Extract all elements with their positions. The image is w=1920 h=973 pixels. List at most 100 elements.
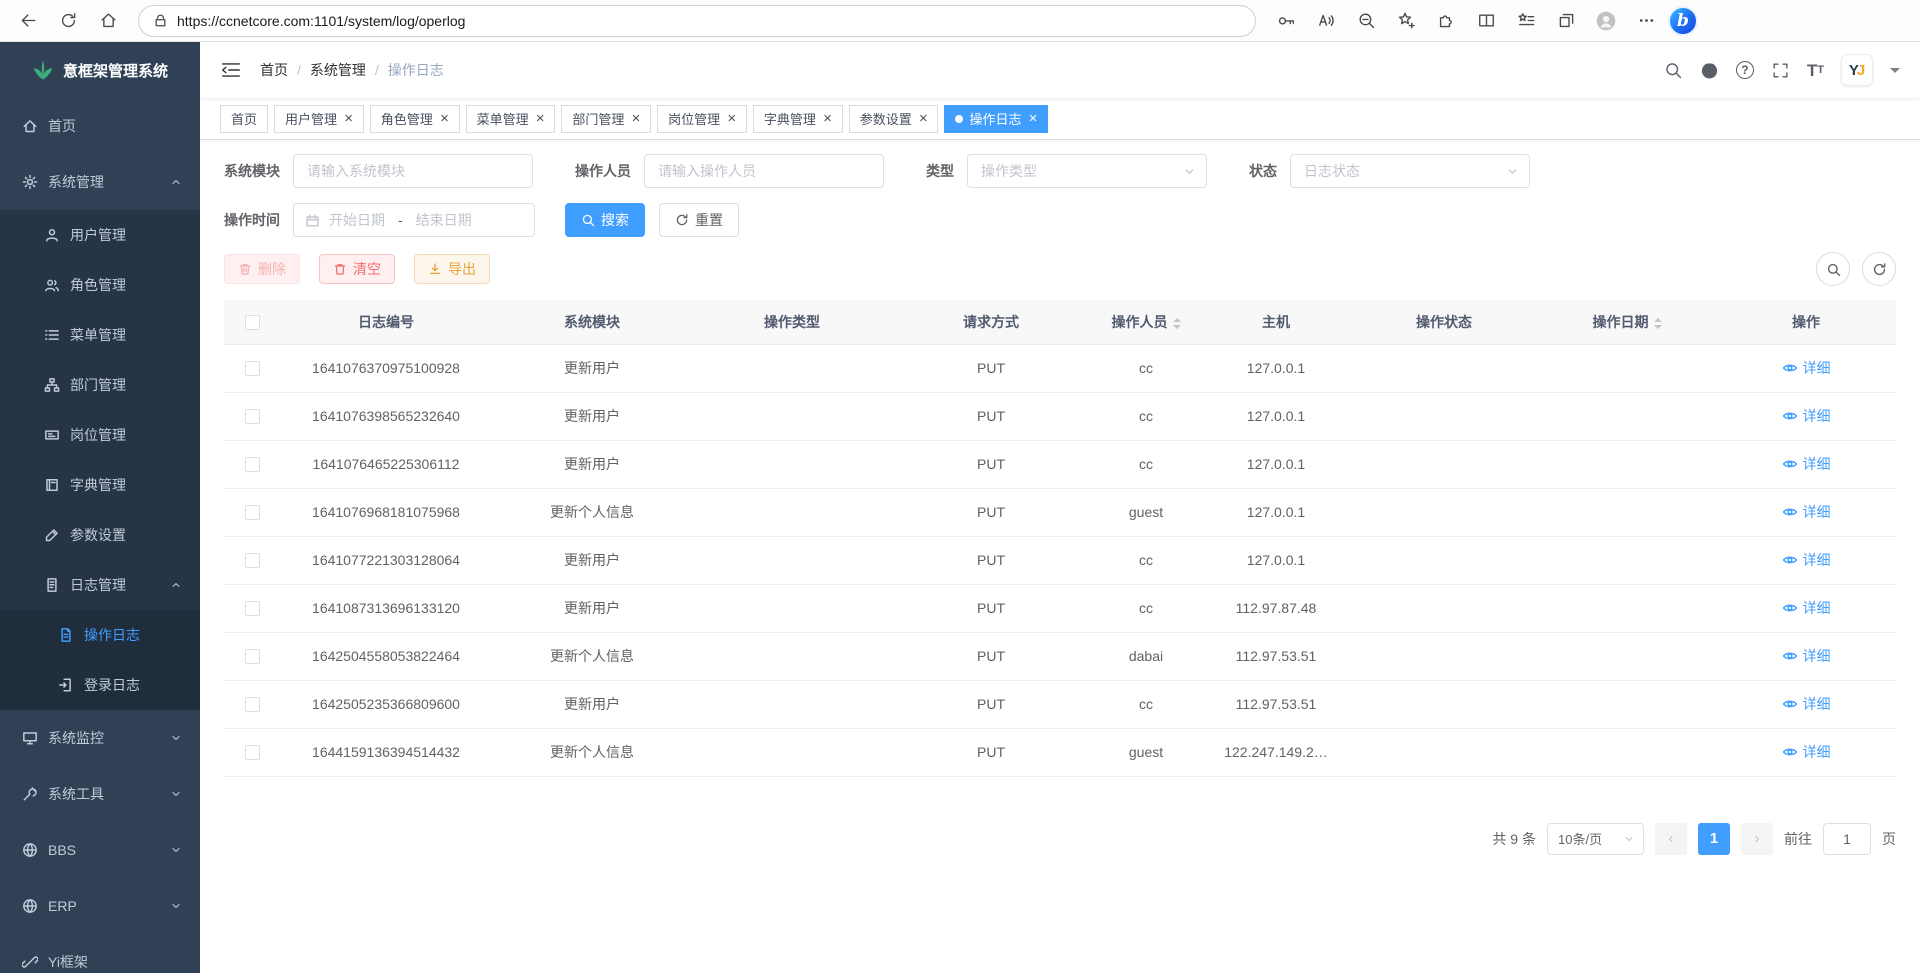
read-aloud-button[interactable] xyxy=(1308,4,1344,38)
add-favorite-button[interactable] xyxy=(1388,4,1424,38)
row-checkbox[interactable] xyxy=(245,361,260,376)
status-select[interactable]: 日志状态 xyxy=(1290,154,1530,188)
tab-close-icon[interactable]: × xyxy=(440,111,449,126)
sidebar-item-gear-1[interactable]: 系统管理 xyxy=(0,154,200,210)
zoom-out-button[interactable] xyxy=(1348,4,1384,38)
sidebar-item-user-2[interactable]: 用户管理 xyxy=(0,210,200,260)
app-logo[interactable]: 意框架管理系统 xyxy=(0,42,200,98)
sidebar-item-menu-list-4[interactable]: 菜单管理 xyxy=(0,310,200,360)
detail-link[interactable]: 详细 xyxy=(1782,454,1831,474)
refresh-table-button[interactable] xyxy=(1862,252,1896,286)
tab-4[interactable]: 部门管理× xyxy=(561,105,651,133)
detail-link[interactable]: 详细 xyxy=(1782,502,1831,522)
page-1-button[interactable]: 1 xyxy=(1698,823,1730,855)
delete-button[interactable]: 删除 xyxy=(224,254,300,284)
detail-link[interactable]: 详细 xyxy=(1782,598,1831,618)
browser-address-bar[interactable]: https://ccnetcore.com:1101/system/log/op… xyxy=(138,5,1256,37)
sidebar-item-log-folder-9[interactable]: 日志管理 xyxy=(0,560,200,610)
tab-close-icon[interactable]: × xyxy=(919,111,928,126)
browser-back-button[interactable] xyxy=(10,4,46,38)
sidebar-item-dict-book-7[interactable]: 字典管理 xyxy=(0,460,200,510)
search-button[interactable]: 搜索 xyxy=(565,203,645,237)
browser-profile-avatar[interactable] xyxy=(1588,4,1624,38)
favorites-bar-button[interactable] xyxy=(1508,4,1544,38)
select-all-checkbox[interactable] xyxy=(245,315,260,330)
browser-refresh-button[interactable] xyxy=(50,4,86,38)
tab-close-icon[interactable]: × xyxy=(631,111,640,126)
module-input[interactable] xyxy=(293,154,533,188)
detail-link[interactable]: 详细 xyxy=(1782,646,1831,666)
detail-link[interactable]: 详细 xyxy=(1782,358,1831,378)
help-button[interactable]: ? xyxy=(1736,61,1754,79)
date-range-picker[interactable]: 开始日期 - 结束日期 xyxy=(293,203,535,237)
sidebar-item-dept-tree-5[interactable]: 部门管理 xyxy=(0,360,200,410)
sidebar-toggle-icon[interactable] xyxy=(220,60,242,80)
row-checkbox[interactable] xyxy=(245,553,260,568)
sort-carets-icon[interactable] xyxy=(1173,318,1181,329)
row-checkbox[interactable] xyxy=(245,505,260,520)
tab-1[interactable]: 用户管理× xyxy=(274,105,364,133)
row-checkbox[interactable] xyxy=(245,649,260,664)
tab-close-icon[interactable]: × xyxy=(1029,111,1038,126)
export-button[interactable]: 导出 xyxy=(414,254,490,284)
reset-button[interactable]: 重置 xyxy=(659,203,739,237)
sidebar-item-tool-13[interactable]: 系统工具 xyxy=(0,766,200,822)
fullscreen-button[interactable] xyxy=(1771,61,1790,80)
column-header-oper-date[interactable]: 操作日期 xyxy=(1538,300,1716,344)
sidebar-item-home-0[interactable]: 首页 xyxy=(0,98,200,154)
tab-7[interactable]: 参数设置× xyxy=(849,105,939,133)
sidebar-item-role-3[interactable]: 角色管理 xyxy=(0,260,200,310)
tab-0[interactable]: 首页 xyxy=(220,105,268,133)
collections-button[interactable] xyxy=(1548,4,1584,38)
page-size-select[interactable]: 10条/页 xyxy=(1547,823,1644,855)
breadcrumb-home[interactable]: 首页 xyxy=(260,60,288,80)
tab-close-icon[interactable]: × xyxy=(823,111,832,126)
row-checkbox[interactable] xyxy=(245,457,260,472)
tab-8[interactable]: 操作日志× xyxy=(944,105,1048,133)
detail-link[interactable]: 详细 xyxy=(1782,694,1831,714)
extensions-button[interactable] xyxy=(1428,4,1464,38)
sidebar-item-globe-14[interactable]: BBS xyxy=(0,822,200,878)
tab-2[interactable]: 角色管理× xyxy=(370,105,460,133)
row-checkbox[interactable] xyxy=(245,697,260,712)
row-checkbox[interactable] xyxy=(245,409,260,424)
font-size-button[interactable]: TT xyxy=(1807,62,1824,79)
breadcrumb-system[interactable]: 系统管理 xyxy=(310,60,366,80)
type-select[interactable]: 操作类型 xyxy=(967,154,1207,188)
header-search-button[interactable] xyxy=(1664,61,1683,80)
avatar-caret-icon[interactable] xyxy=(1890,68,1900,78)
row-checkbox[interactable] xyxy=(245,601,260,616)
sidebar-item-globe-15[interactable]: ERP xyxy=(0,878,200,934)
sidebar-item-monitor-12[interactable]: 系统监控 xyxy=(0,710,200,766)
operator-input[interactable] xyxy=(644,154,884,188)
next-page-button[interactable]: › xyxy=(1741,823,1773,855)
detail-link[interactable]: 详细 xyxy=(1782,550,1831,570)
tab-close-icon[interactable]: × xyxy=(727,111,736,126)
sidebar-item-post-badge-6[interactable]: 岗位管理 xyxy=(0,410,200,460)
password-key-icon[interactable] xyxy=(1268,4,1304,38)
github-link[interactable] xyxy=(1700,61,1719,80)
prev-page-button[interactable]: ‹ xyxy=(1655,823,1687,855)
sidebar-item-operlog-doc-10[interactable]: 操作日志 xyxy=(0,610,200,660)
split-screen-button[interactable] xyxy=(1468,4,1504,38)
tab-3[interactable]: 菜单管理× xyxy=(466,105,556,133)
tab-6[interactable]: 字典管理× xyxy=(753,105,843,133)
bing-copilot-icon[interactable]: b xyxy=(1668,6,1698,36)
tab-5[interactable]: 岗位管理× xyxy=(657,105,747,133)
row-checkbox[interactable] xyxy=(245,745,260,760)
browser-more-button[interactable] xyxy=(1628,4,1664,38)
goto-page-input[interactable] xyxy=(1823,823,1871,855)
sidebar-item-loginlog-doc-11[interactable]: 登录日志 xyxy=(0,660,200,710)
user-avatar[interactable]: YJ xyxy=(1841,54,1873,86)
column-header-operator[interactable]: 操作人员 xyxy=(1090,300,1202,344)
tab-close-icon[interactable]: × xyxy=(344,111,353,126)
detail-link[interactable]: 详细 xyxy=(1782,406,1831,426)
sidebar-item-param-edit-8[interactable]: 参数设置 xyxy=(0,510,200,560)
sidebar-item-link-16[interactable]: Yi框架 xyxy=(0,934,200,973)
detail-link[interactable]: 详细 xyxy=(1782,742,1831,762)
sort-carets-icon[interactable] xyxy=(1654,318,1662,329)
toggle-search-button[interactable] xyxy=(1816,252,1850,286)
clear-button[interactable]: 清空 xyxy=(319,254,395,284)
browser-home-button[interactable] xyxy=(90,4,126,38)
tab-close-icon[interactable]: × xyxy=(536,111,545,126)
